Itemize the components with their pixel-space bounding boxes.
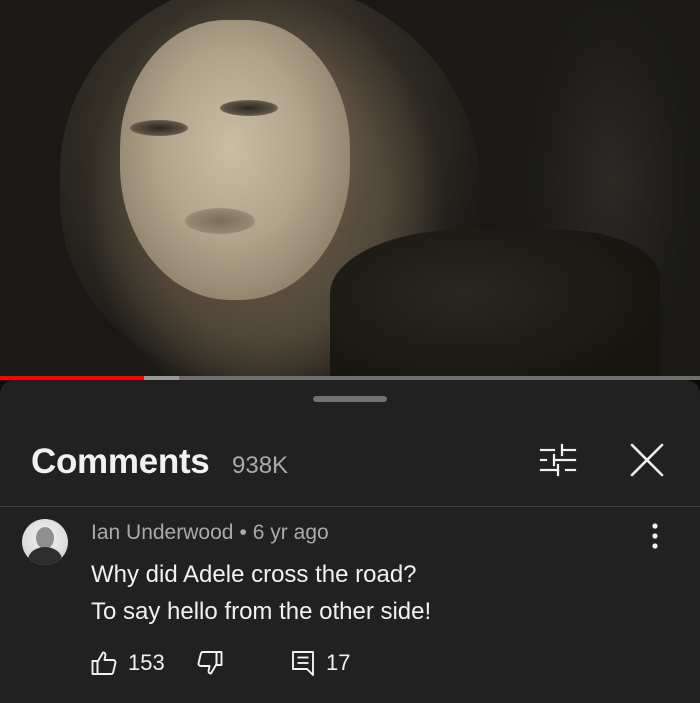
- comment-item: Ian Underwood • 6 yr ago Why did Adele cro…: [0, 507, 700, 703]
- comments-header: Comments 938K: [0, 430, 700, 505]
- like-button[interactable]: 153: [90, 643, 165, 683]
- avatar-body: [28, 547, 62, 565]
- more-vertical-icon[interactable]: [640, 521, 670, 551]
- video-frame-face: [120, 20, 350, 300]
- thumbs-up-icon: [90, 649, 118, 677]
- comments-title: Comments: [31, 442, 210, 481]
- comments-count: 938K: [232, 452, 289, 479]
- comment-line: To say hello from the other side!: [91, 598, 432, 625]
- thumbs-down-icon: [196, 649, 224, 677]
- sort-filter-icon[interactable]: [538, 442, 578, 478]
- app-root: Comments 938K Ian Underwood • 6 yr ago W…: [0, 0, 700, 703]
- reply-button[interactable]: 17: [290, 643, 350, 683]
- video-frame-collar: [330, 230, 660, 378]
- comment-body: Why did Adele cross the road? To say hel…: [91, 556, 431, 630]
- reply-count: 17: [326, 650, 351, 675]
- comments-sheet: Comments 938K Ian Underwood • 6 yr ago W…: [0, 380, 700, 703]
- avatar-head: [36, 527, 54, 549]
- comment-author[interactable]: Ian Underwood: [91, 521, 233, 544]
- meta-separator: •: [239, 521, 247, 544]
- dislike-button[interactable]: [196, 643, 224, 683]
- close-icon[interactable]: [628, 441, 666, 479]
- reply-icon: [290, 649, 316, 677]
- video-player[interactable]: [0, 0, 700, 378]
- comment-actions: 153 17: [0, 643, 700, 683]
- video-frame-lips: [185, 208, 255, 234]
- avatar[interactable]: [22, 519, 68, 565]
- comment-time: 6 yr ago: [252, 521, 329, 544]
- video-frame-eye: [130, 120, 188, 136]
- comment-line: Why did Adele cross the road?: [91, 561, 417, 588]
- comment-meta: Ian Underwood • 6 yr ago: [91, 521, 329, 545]
- sheet-drag-handle[interactable]: [313, 396, 387, 402]
- video-frame-eye: [220, 100, 278, 116]
- like-count: 153: [128, 650, 165, 675]
